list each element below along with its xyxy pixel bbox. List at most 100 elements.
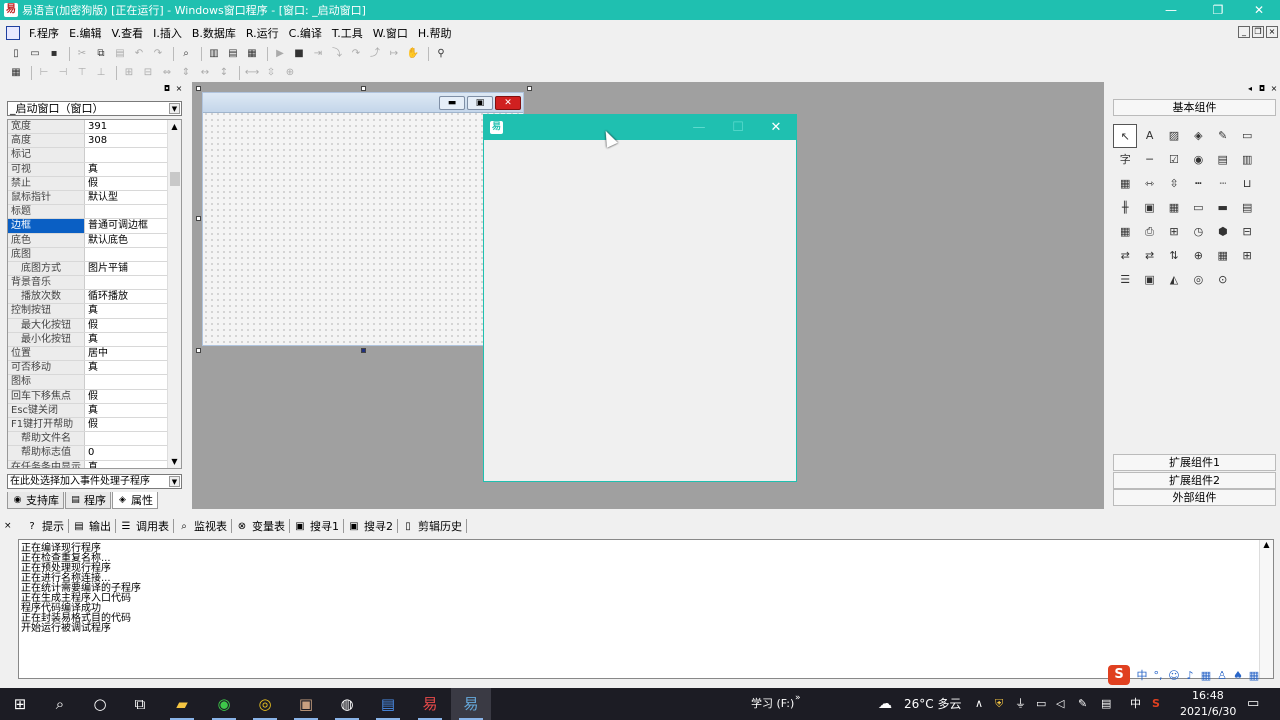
panel-close-icon[interactable]: ×: [174, 84, 184, 94]
property-value[interactable]: 假: [85, 390, 167, 403]
property-row[interactable]: 位置 居中: [8, 347, 181, 362]
listbox-icon[interactable]: ▥: [1235, 148, 1259, 172]
menu-view[interactable]: V.查看: [107, 25, 149, 41]
resize-handle[interactable]: [361, 86, 366, 91]
same-height-icon[interactable]: ⇕: [178, 65, 194, 81]
running-window-titlebar[interactable]: 易 — ☐ ✕: [484, 115, 796, 140]
object-selector[interactable]: _启动窗口（窗口） ▼: [7, 101, 182, 116]
frame-icon[interactable]: ▭: [1235, 124, 1259, 148]
size-height-icon[interactable]: ⇳: [263, 65, 279, 81]
property-row[interactable]: 控制按钮真: [8, 304, 181, 319]
extension-components-2-button[interactable]: 扩展组件2: [1113, 472, 1276, 489]
menu-database[interactable]: B.数据库: [187, 25, 241, 41]
menu-help[interactable]: H.帮助: [413, 25, 457, 41]
line-icon[interactable]: ─: [1137, 148, 1161, 172]
run-to-cursor-icon[interactable]: ↦: [386, 46, 402, 62]
center-vertical-icon[interactable]: ⊟: [140, 65, 156, 81]
edit-box-icon[interactable]: ✎: [1211, 124, 1235, 148]
property-row[interactable]: 可否移动真: [8, 361, 181, 376]
output-scrollbar[interactable]: ▲: [1259, 540, 1273, 678]
mdi-close-button[interactable]: ×: [1266, 26, 1278, 38]
shape-icon[interactable]: ◈: [1186, 124, 1210, 148]
weather-label[interactable]: 26°C 多云: [904, 688, 961, 720]
keyboard-layout-label[interactable]: 学习 (F:): [751, 688, 794, 720]
windows-start-icon[interactable]: ⊞: [0, 688, 40, 720]
drive-icon[interactable]: ⊕: [1186, 244, 1210, 268]
output-tab-4[interactable]: ⊗ 变量表: [232, 519, 290, 533]
center-form-icon[interactable]: ⊕: [282, 65, 298, 81]
property-row[interactable]: 图标: [8, 375, 181, 390]
menu-grid-icon[interactable]: ▦: [1246, 669, 1262, 682]
property-value[interactable]: 真: [85, 333, 167, 346]
close-button[interactable]: ✕: [1236, 0, 1280, 20]
property-value[interactable]: 默认底色: [85, 234, 167, 247]
notification-icon[interactable]: ▭: [1247, 688, 1259, 720]
chevron-down-icon[interactable]: ▼: [169, 103, 180, 114]
center-horizontal-icon[interactable]: ⊞: [121, 65, 137, 81]
search-icon[interactable]: ⌕: [40, 688, 80, 720]
property-row[interactable]: 播放次数 循环播放: [8, 290, 181, 305]
show-hidden-icons-icon[interactable]: ∧: [975, 688, 983, 720]
checkbox-icon[interactable]: ☑: [1162, 148, 1186, 172]
property-row[interactable]: 底图: [8, 247, 181, 262]
property-row[interactable]: 高度 308: [8, 134, 181, 149]
chrome-icon[interactable]: ◎: [245, 688, 285, 720]
property-row[interactable]: 最小化按钮真: [8, 332, 181, 347]
property-value[interactable]: 真: [85, 163, 167, 176]
same-width-icon[interactable]: ⇔: [159, 65, 175, 81]
property-row[interactable]: 最大化按钮假: [8, 318, 181, 333]
property-row[interactable]: 标题: [8, 205, 181, 220]
divider-icon[interactable]: ┅: [1186, 172, 1210, 196]
obs-icon[interactable]: ◍: [327, 688, 367, 720]
run-icon[interactable]: ▶: [272, 46, 288, 62]
tree-icon[interactable]: ⊞: [1235, 244, 1259, 268]
toolbar-icon[interactable]: ☰: [1113, 268, 1137, 292]
align-left-icon[interactable]: ⊢: [36, 65, 52, 81]
label-icon[interactable]: A: [1137, 124, 1161, 148]
property-value[interactable]: 真: [85, 304, 167, 317]
picture-icon[interactable]: ▬: [1211, 196, 1235, 220]
property-value[interactable]: 真: [85, 461, 167, 469]
text-icon[interactable]: 字: [1113, 148, 1137, 172]
space-vertical-icon[interactable]: ↕: [216, 65, 232, 81]
pen-icon[interactable]: ✎: [1078, 688, 1087, 720]
property-row[interactable]: 背景音乐: [8, 276, 181, 291]
panel-pin-icon[interactable]: ◘: [162, 84, 172, 94]
cortana-icon[interactable]: ○: [80, 688, 120, 720]
layout-2-icon[interactable]: ▤: [225, 46, 241, 62]
property-row[interactable]: 底图方式 图片平铺: [8, 261, 181, 277]
cut-icon[interactable]: ✂: [74, 46, 90, 62]
image-box-icon[interactable]: ▨: [1162, 124, 1186, 148]
design-form[interactable]: ▬ ▣ ✕: [202, 92, 524, 346]
property-row[interactable]: 边框 普通可调边框: [8, 219, 181, 234]
pointer-icon[interactable]: ↖: [1113, 124, 1138, 148]
property-value[interactable]: 真: [85, 361, 167, 374]
property-value[interactable]: 真: [85, 404, 167, 417]
property-value[interactable]: [85, 276, 167, 289]
property-value[interactable]: 图片平铺: [85, 262, 167, 275]
tab-program[interactable]: ▤ 程序: [65, 492, 111, 509]
menu-program[interactable]: F.程序: [24, 25, 64, 41]
skin-icon[interactable]: ♠: [1230, 669, 1246, 682]
step-out-icon[interactable]: ⤴: [367, 46, 383, 62]
property-list[interactable]: 宽度 391 高度 308 标记 可视真禁止假鼠标指针 默认型 标题 边框 普通可调边框 底色 默认底…: [7, 119, 182, 469]
property-row[interactable]: 鼠标指针 默认型: [8, 190, 181, 206]
copy-icon[interactable]: ⧉: [93, 46, 109, 62]
basic-components-header[interactable]: 基本组件: [1113, 99, 1276, 116]
close-button[interactable]: ✕: [756, 115, 796, 140]
property-row[interactable]: 在任务条中显示真: [8, 460, 181, 469]
sogou-ime-icon[interactable]: S: [1108, 665, 1130, 685]
step-into-icon[interactable]: ⤵: [329, 46, 345, 62]
output-tab-5[interactable]: ▣ 搜寻1: [290, 519, 344, 533]
task-view-icon[interactable]: ⧉: [120, 688, 160, 720]
table-icon[interactable]: ▦: [1113, 220, 1137, 244]
tab-support-library[interactable]: ◉ 支持库: [7, 492, 64, 509]
printer-icon[interactable]: ⎙: [1137, 220, 1161, 244]
usb-icon[interactable]: ⏚: [1015, 688, 1026, 720]
ime-tray-label[interactable]: 中: [1130, 688, 1141, 720]
data-icon[interactable]: ⇄: [1137, 244, 1161, 268]
save-icon[interactable]: ▪: [46, 46, 62, 62]
maximize-button[interactable]: ☐: [718, 115, 758, 140]
output-tab-6[interactable]: ▣ 搜寻2: [344, 519, 398, 533]
battery-icon[interactable]: ▭: [1036, 688, 1046, 720]
